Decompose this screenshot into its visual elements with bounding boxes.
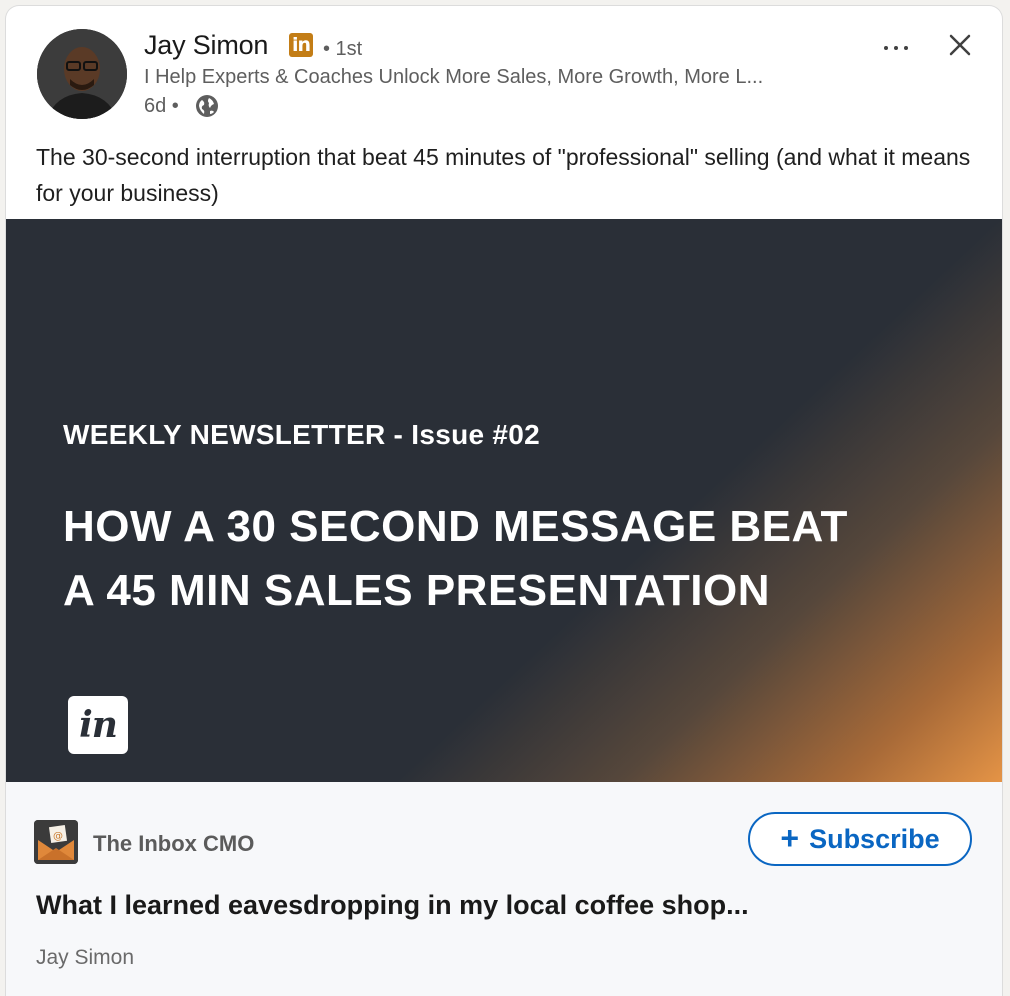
- post-time: 6d •: [144, 95, 179, 117]
- envelope-icon: @: [34, 820, 78, 864]
- connection-degree: • 1st: [323, 38, 363, 60]
- banner-logo: in: [68, 696, 128, 754]
- banner-kicker: WEEKLY NEWSLETTER - Issue #02: [63, 419, 541, 450]
- subscribe-label: Subscribe: [809, 823, 940, 854]
- more-options-button[interactable]: [876, 30, 916, 66]
- newsletter-section: @ The Inbox CMO + Subscribe What I learn…: [6, 782, 1002, 996]
- subscribe-button[interactable]: + Subscribe: [748, 812, 972, 866]
- author-avatar[interactable]: [37, 29, 127, 119]
- post-card: Jay Simon in • 1st I Help Experts & Coac…: [5, 5, 1003, 996]
- post-text: The 30-second interruption that beat 45 …: [36, 144, 971, 206]
- banner-title: HOW A 30 SECOND MESSAGE BEAT A 45 MIN SA…: [63, 495, 943, 623]
- banner-title-line-1: HOW A 30 SECOND MESSAGE BEAT: [63, 502, 848, 551]
- banner-title-line-2: A 45 MIN SALES PRESENTATION: [63, 566, 770, 615]
- svg-text:@: @: [53, 831, 63, 842]
- author-headline: I Help Experts & Coaches Unlock More Sal…: [144, 66, 764, 88]
- more-horizontal-icon: [884, 46, 888, 50]
- close-icon: [949, 34, 971, 56]
- globe-icon: [196, 95, 218, 117]
- newsletter-thumbnail[interactable]: @: [34, 820, 78, 864]
- linkedin-premium-icon: in: [289, 33, 313, 57]
- article-author: Jay Simon: [36, 946, 135, 969]
- close-button[interactable]: [942, 27, 978, 63]
- article-title[interactable]: What I learned eavesdropping in my local…: [36, 890, 749, 921]
- newsletter-banner[interactable]: WEEKLY NEWSLETTER - Issue #02 HOW A 30 S…: [6, 219, 1002, 782]
- author-name[interactable]: Jay Simon: [144, 30, 268, 61]
- plus-icon: +: [780, 819, 800, 856]
- newsletter-name[interactable]: The Inbox CMO: [93, 831, 254, 857]
